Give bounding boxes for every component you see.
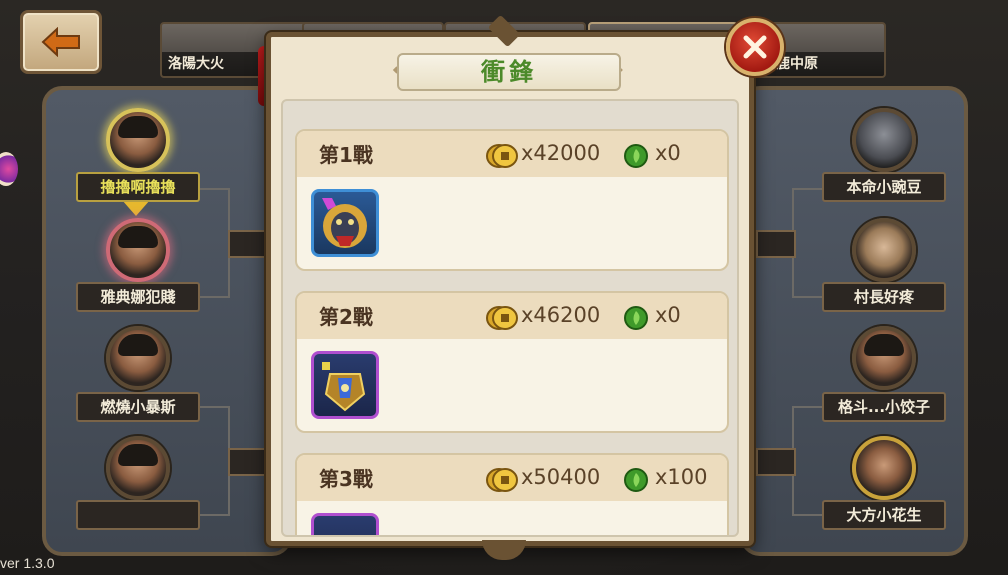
jade-reward: x0 [655, 303, 681, 327]
bracket-line [200, 188, 230, 190]
jade-icon [624, 306, 648, 330]
coin-icon [486, 468, 518, 492]
game-background: 洛陽大火 逐鹿中原 擼擼啊擼擼 雅典娜犯賤 燃燒小暴斯 本命小豌豆 村長好疼 格… [0, 0, 1008, 575]
player-avatar[interactable] [106, 326, 170, 390]
side-menu-icon[interactable] [0, 152, 18, 186]
player-avatar[interactable] [106, 108, 170, 172]
player-avatar[interactable] [852, 436, 916, 500]
version-label: ver 1.3.0 [0, 555, 55, 571]
battle-list[interactable]: 第1戰 x42000 x0 第2戰 x46200 x0 第3戰 x50400 x… [281, 99, 739, 537]
reward-modal: ❖ ❖ 衝鋒 第1戰 x42000 x0 [266, 32, 754, 546]
coin-icon [486, 144, 518, 168]
player-avatar[interactable] [852, 326, 916, 390]
bracket-slot [756, 230, 796, 258]
beast-head-icon[interactable] [311, 189, 379, 257]
current-position-arrow-icon [122, 200, 150, 216]
bracket-line [792, 514, 822, 516]
close-icon [743, 35, 767, 59]
bracket-line [792, 296, 822, 298]
jade-icon [624, 468, 648, 492]
armor-icon[interactable] [311, 513, 379, 535]
golden-armor-icon[interactable] [311, 351, 379, 419]
coin-reward: x50400 [521, 465, 601, 489]
close-button[interactable] [726, 18, 784, 76]
battle-label: 第2戰 [319, 305, 373, 329]
coin-reward: x42000 [521, 141, 601, 165]
bracket-slot [228, 448, 268, 476]
bracket-slot [756, 448, 796, 476]
player-avatar[interactable] [106, 218, 170, 282]
back-arrow-icon [41, 27, 80, 57]
bracket-line [200, 406, 230, 408]
coin-icon [486, 306, 518, 330]
right-bracket-panel [740, 86, 968, 556]
player-name-plate: 擼擼啊擼擼 [76, 172, 200, 202]
battle-card: 第1戰 x42000 x0 [295, 129, 729, 271]
player-name-plate [76, 500, 200, 530]
bracket-line [200, 514, 230, 516]
battle-label: 第1戰 [319, 143, 373, 167]
player-avatar[interactable] [852, 108, 916, 172]
player-name-plate: 雅典娜犯賤 [76, 282, 200, 312]
bracket-line [792, 188, 822, 190]
jade-icon [624, 144, 648, 168]
back-button[interactable] [20, 10, 102, 74]
jade-reward: x0 [655, 141, 681, 165]
player-avatar[interactable] [852, 218, 916, 282]
player-name-plate: 村長好疼 [822, 282, 946, 312]
player-avatar[interactable] [106, 436, 170, 500]
player-name-plate: 本命小豌豆 [822, 172, 946, 202]
bracket-line [792, 406, 822, 408]
coin-reward: x46200 [521, 303, 601, 327]
battle-card: 第3戰 x50400 x100 [295, 453, 729, 535]
modal-title: 衝鋒 [397, 53, 621, 91]
modal-bottom-ornament [482, 540, 526, 560]
jade-reward: x100 [655, 465, 708, 489]
battle-label: 第3戰 [319, 467, 373, 491]
left-bracket-panel [42, 86, 292, 556]
player-name-plate: 格斗...小饺子 [822, 392, 946, 422]
battle-card: 第2戰 x46200 x0 [295, 291, 729, 433]
bracket-slot [228, 230, 268, 258]
player-name-plate: 大方小花生 [822, 500, 946, 530]
player-name-plate: 燃燒小暴斯 [76, 392, 200, 422]
bracket-line [200, 296, 230, 298]
